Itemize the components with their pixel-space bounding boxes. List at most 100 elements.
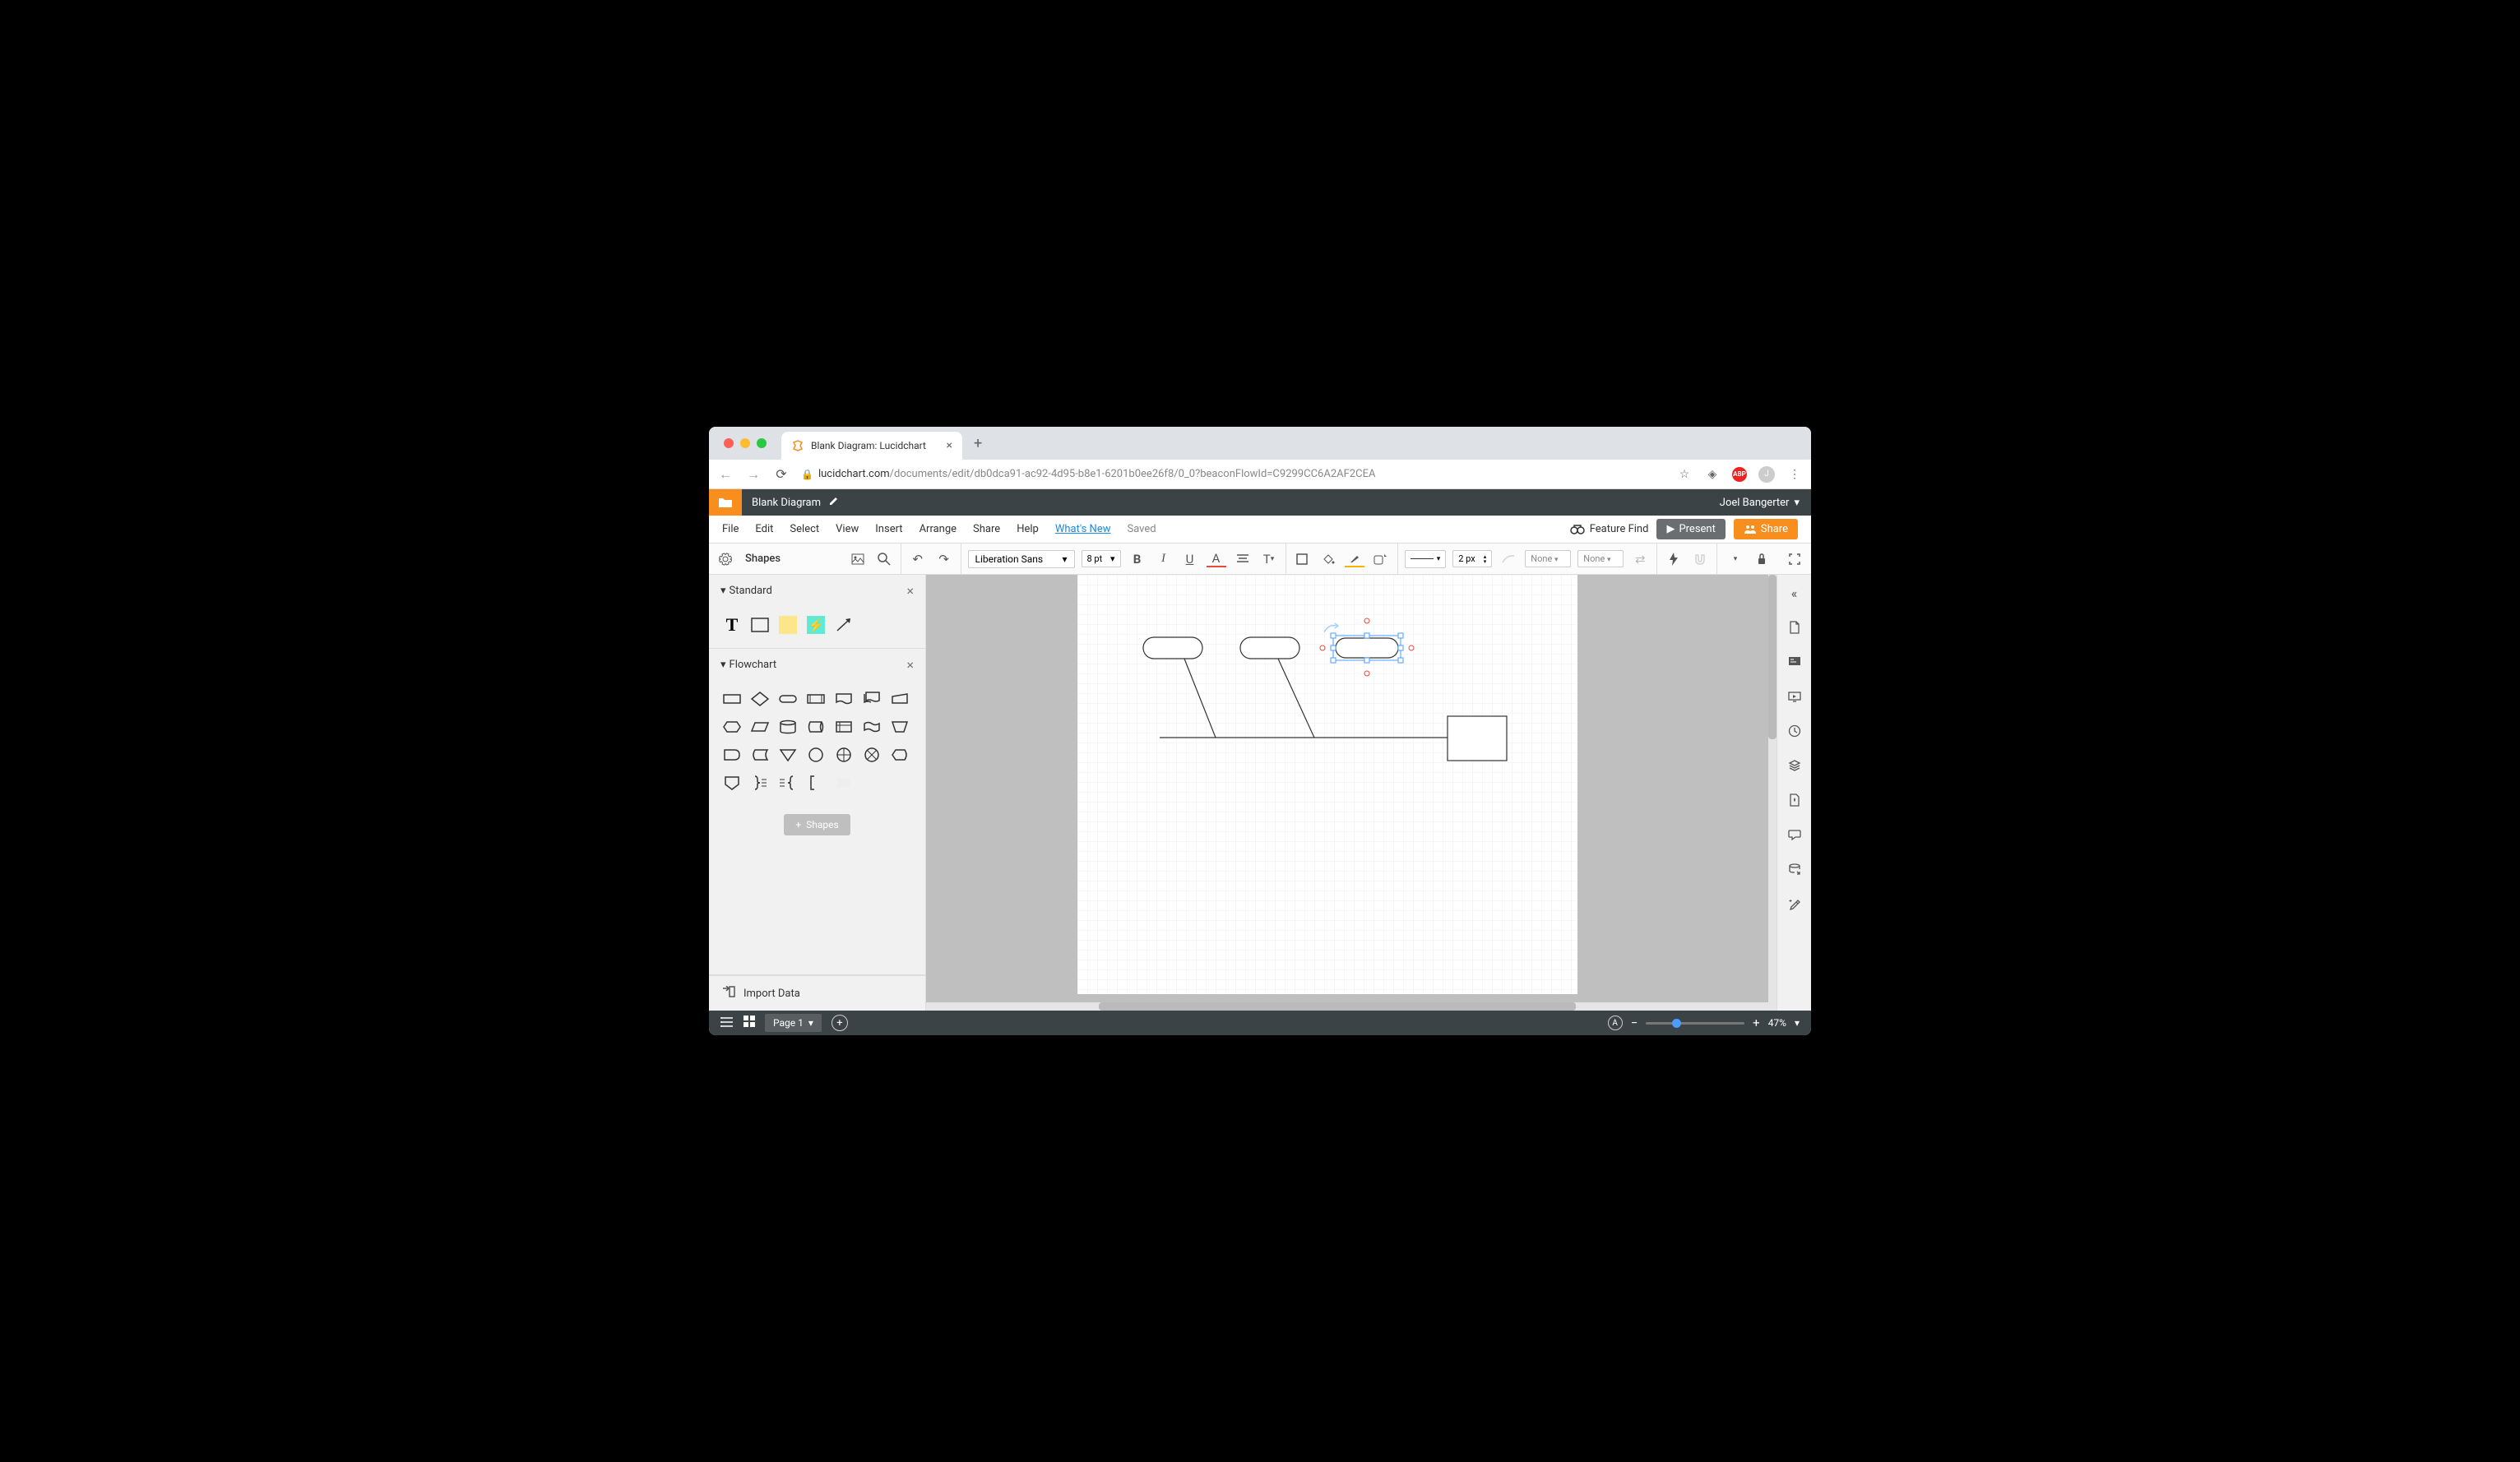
shape-note[interactable] xyxy=(776,613,799,636)
shape-predefined[interactable] xyxy=(804,687,827,710)
shape-swimlane[interactable] xyxy=(832,771,855,794)
zoom-slider[interactable] xyxy=(1646,1022,1744,1025)
undo-button[interactable]: ↶ xyxy=(908,549,928,569)
shape-hotspot[interactable]: ⚡ xyxy=(804,613,827,636)
diagram-rectangle[interactable] xyxy=(1448,716,1507,761)
lock-dropdown-icon[interactable]: ▾ xyxy=(1726,549,1745,569)
line-start-select[interactable]: None ▾ xyxy=(1525,550,1571,567)
swap-endpoints-button[interactable]: ⇄ xyxy=(1630,549,1650,569)
shape-terminator[interactable] xyxy=(776,687,799,710)
shape-storeddata[interactable] xyxy=(748,743,771,766)
shape-manualinput[interactable] xyxy=(888,687,911,710)
line-end-select[interactable]: None ▾ xyxy=(1577,550,1624,567)
chevron-down-icon[interactable]: ▾ xyxy=(1795,1017,1800,1029)
rail-ai-icon[interactable] xyxy=(1785,894,1804,914)
window-maximize-button[interactable] xyxy=(757,438,767,448)
rail-history-icon[interactable] xyxy=(1785,721,1804,741)
menu-edit[interactable]: Edit xyxy=(755,523,773,535)
shape-brace-left[interactable] xyxy=(776,771,799,794)
import-data-button[interactable]: Import Data xyxy=(709,975,925,1011)
forward-button[interactable]: → xyxy=(745,466,762,483)
menu-view[interactable]: View xyxy=(836,523,859,535)
line-options-button[interactable] xyxy=(1499,549,1518,569)
close-library-icon[interactable]: × xyxy=(906,657,914,673)
shape-options-button[interactable] xyxy=(1371,549,1391,569)
share-button[interactable]: Share xyxy=(1734,519,1798,539)
shape-document[interactable] xyxy=(832,687,855,710)
shape-offpage[interactable] xyxy=(720,771,743,794)
vertical-scrollbar[interactable] xyxy=(1768,575,1777,1002)
gear-icon[interactable] xyxy=(716,549,735,569)
shape-bracket[interactable] xyxy=(804,771,827,794)
redo-button[interactable]: ↷ xyxy=(934,549,954,569)
tab-close-icon[interactable]: × xyxy=(947,439,952,452)
align-button[interactable] xyxy=(1233,549,1253,569)
add-page-button[interactable]: + xyxy=(832,1015,848,1031)
zoom-in-button[interactable]: + xyxy=(1753,1016,1760,1030)
shape-or[interactable] xyxy=(832,743,855,766)
horizontal-scrollbar[interactable] xyxy=(926,1002,1777,1011)
shape-summing[interactable] xyxy=(860,743,883,766)
back-button[interactable]: ← xyxy=(717,466,734,483)
shape-preparation[interactable] xyxy=(720,715,743,738)
collapse-rail-icon[interactable]: « xyxy=(1785,583,1804,603)
italic-button[interactable]: I xyxy=(1154,549,1174,569)
accessibility-icon[interactable]: A xyxy=(1608,1016,1623,1030)
menu-help[interactable]: Help xyxy=(1017,523,1039,535)
search-icon[interactable] xyxy=(874,549,894,569)
shape-internalstorage[interactable] xyxy=(832,715,855,738)
rail-chat-icon[interactable] xyxy=(1785,825,1804,844)
window-close-button[interactable] xyxy=(724,438,734,448)
menu-share[interactable]: Share xyxy=(973,523,1000,535)
lock-button[interactable] xyxy=(1752,549,1772,569)
bookmark-star-icon[interactable]: ☆ xyxy=(1676,466,1693,483)
list-view-icon[interactable] xyxy=(720,1016,734,1030)
rail-comment-icon[interactable] xyxy=(1785,652,1804,672)
url-field[interactable]: 🔒 lucidchart.com/documents/edit/db0dca91… xyxy=(801,468,1665,480)
shape-decision[interactable] xyxy=(748,687,771,710)
browser-menu-icon[interactable]: ⋮ xyxy=(1786,466,1803,483)
shape-display[interactable] xyxy=(888,743,911,766)
bold-button[interactable]: B xyxy=(1128,549,1147,569)
text-color-button[interactable]: A xyxy=(1207,551,1226,567)
standard-library-header[interactable]: ▾ Standard × xyxy=(709,575,925,607)
rail-layers-icon[interactable] xyxy=(1785,756,1804,775)
shape-rectangle[interactable] xyxy=(748,613,771,636)
zoom-out-button[interactable]: − xyxy=(1631,1016,1638,1030)
edit-title-icon[interactable] xyxy=(829,496,839,509)
action-button[interactable] xyxy=(1664,549,1684,569)
shape-merge[interactable] xyxy=(776,743,799,766)
profile-avatar[interactable]: J xyxy=(1758,466,1775,483)
window-minimize-button[interactable] xyxy=(740,438,750,448)
shape-delay[interactable] xyxy=(720,743,743,766)
extension-icon[interactable]: ◈ xyxy=(1704,466,1721,483)
feature-find-button[interactable]: Feature Find xyxy=(1570,523,1649,535)
diagram-terminator-3-selected[interactable] xyxy=(1336,638,1398,658)
shape-data[interactable] xyxy=(748,715,771,738)
folder-icon[interactable] xyxy=(709,489,742,516)
shape-process[interactable] xyxy=(720,687,743,710)
magnet-button[interactable] xyxy=(1690,549,1710,569)
shape-arrow[interactable] xyxy=(832,613,855,636)
shape-papertape[interactable] xyxy=(860,715,883,738)
shape-connector[interactable] xyxy=(804,743,827,766)
line-style-select[interactable]: ▾ xyxy=(1405,550,1446,568)
user-menu[interactable]: Joel Bangerter ▾ xyxy=(1708,497,1811,509)
image-icon[interactable] xyxy=(848,549,868,569)
font-select[interactable]: Liberation Sans▾ xyxy=(968,550,1075,568)
document-title[interactable]: Blank Diagram xyxy=(752,497,821,509)
fullscreen-button[interactable] xyxy=(1785,549,1804,569)
shape-manualop[interactable] xyxy=(888,715,911,738)
rail-present-icon[interactable] xyxy=(1785,687,1804,706)
canvas-page[interactable] xyxy=(1077,575,1577,994)
canvas-area[interactable] xyxy=(926,575,1777,1011)
page-tab[interactable]: Page 1 ▾ xyxy=(765,1014,822,1032)
shape-text[interactable]: T xyxy=(720,613,743,636)
menu-select[interactable]: Select xyxy=(790,523,819,535)
shape-database[interactable] xyxy=(776,715,799,738)
reload-button[interactable]: ⟳ xyxy=(773,466,790,482)
close-library-icon[interactable]: × xyxy=(906,583,914,599)
menu-arrange[interactable]: Arrange xyxy=(920,523,957,535)
shape-directdata[interactable] xyxy=(804,715,827,738)
border-color-button[interactable] xyxy=(1345,551,1364,567)
